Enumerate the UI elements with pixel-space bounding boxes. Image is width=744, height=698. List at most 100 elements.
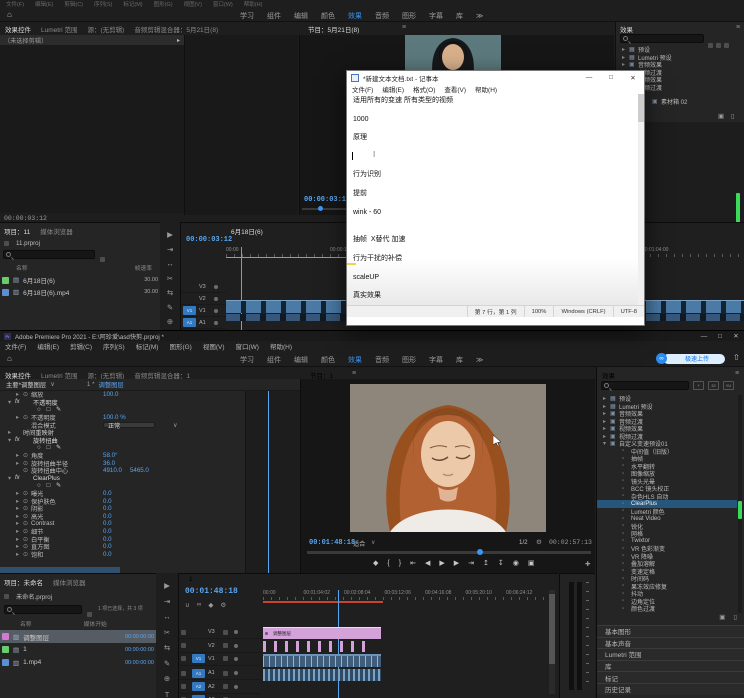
disclosure-icon[interactable]: ▸ <box>16 414 23 421</box>
disclosure-icon[interactable]: ▸ <box>16 536 23 543</box>
tool-icon[interactable]: ✎ <box>167 303 173 312</box>
filter-button-icon[interactable]: 32 <box>708 381 719 390</box>
tool-icon[interactable]: ⊕ <box>167 317 173 326</box>
disclosure-icon[interactable]: ▸ <box>16 460 23 467</box>
menu-item[interactable]: 标记(M) <box>123 0 142 8</box>
effects-tree-item[interactable]: ▫ 叠加溶解 <box>597 560 737 568</box>
effects-tree-item[interactable]: ▫ VR 降噪 <box>597 553 737 561</box>
track-lock-icon[interactable] <box>181 630 186 635</box>
menu-item[interactable]: 编辑(E) <box>37 341 59 351</box>
track-eye-icon[interactable] <box>214 285 218 289</box>
timeline-ruler[interactable]: 00:0000:01:04:0200:02:08:0400:03:12:0600… <box>263 590 547 596</box>
effects-tree-item-partial[interactable]: ▣ 素材箱 02 <box>646 98 687 106</box>
workspace-tab[interactable]: 音频 <box>375 355 389 365</box>
effects-tree-item[interactable]: ▫ 网格 <box>597 530 737 538</box>
master-clip-label[interactable]: 主要*调整图层 <box>6 380 46 389</box>
keyframe-stopwatch-icon[interactable]: ⊙ <box>23 551 31 558</box>
track-header[interactable]: V1 V1 <box>181 305 226 317</box>
track-header[interactable]: V3 <box>179 626 261 639</box>
sequence-tab[interactable]: 6月18日(6) <box>231 226 263 236</box>
new-bin-icon[interactable]: ▣ <box>718 112 724 120</box>
notepad-close-button[interactable]: ✕ <box>622 71 644 84</box>
workspace-tab[interactable]: 图形 <box>402 11 416 21</box>
twirl-icon[interactable]: ▸ <box>622 61 629 68</box>
v2-clip-fragments[interactable] <box>263 641 373 652</box>
menu-item[interactable]: 标记(M) <box>136 341 159 351</box>
tool-icon[interactable]: ⇥ <box>167 245 173 254</box>
zoom-level[interactable]: 100% <box>524 306 554 317</box>
home-icon[interactable]: ⌂ <box>7 354 12 363</box>
property-value[interactable]: 100.0 <box>103 391 118 398</box>
effects-tree-item[interactable]: ▸ ▣ 音频效果 <box>616 61 744 69</box>
property-value[interactable]: 0.0 <box>103 490 112 497</box>
notepad-menu-item[interactable]: 查看(V) <box>444 84 466 94</box>
menu-item[interactable]: 编辑(E) <box>35 0 53 8</box>
disclosure-icon[interactable]: ▸ <box>16 543 23 550</box>
timeline-tool-icon[interactable]: ∪ <box>185 601 190 609</box>
tool-icon[interactable]: ↔ <box>166 259 174 268</box>
disclosure-icon[interactable]: ▾ <box>8 437 15 444</box>
disclosure-icon[interactable]: ▸ <box>16 498 23 505</box>
panel-tab[interactable]: 项目：11 <box>4 226 30 236</box>
sync-lock-icon[interactable] <box>223 656 228 661</box>
property-value[interactable]: 0.0 <box>103 498 112 505</box>
workspace-tab[interactable]: 效果 <box>348 11 362 21</box>
effects-tree-item[interactable]: ▸ ▦ Lumetri 预设 <box>597 403 737 411</box>
property-value-2[interactable]: 5465.0 <box>130 467 149 474</box>
workspace-tab[interactable]: 组件 <box>267 355 281 365</box>
collapsed-panel-tab[interactable]: 历史记录 <box>597 683 744 695</box>
property-value[interactable]: 0.0 <box>103 528 112 535</box>
zoom-level-select[interactable]: 适合 <box>353 539 365 548</box>
menu-item[interactable]: 帮助(H) <box>270 341 292 351</box>
workspace-tab[interactable]: 库 <box>456 355 463 365</box>
workspace-tab[interactable]: 颜色 <box>321 11 335 21</box>
transport-icon[interactable]: ▶ <box>454 559 459 567</box>
notepad-title-bar[interactable]: *新建文本文档.txt - 记事本 — □ ✕ <box>347 71 644 84</box>
collapsed-panel-tab[interactable]: 库 <box>597 660 744 672</box>
window-title-bar[interactable]: Pr Adobe Premiere Pro 2021 - E:\阿珍爱\asd快… <box>0 331 744 341</box>
disclosure-icon[interactable]: ▸ <box>16 528 23 535</box>
property-value[interactable]: 0.0 <box>103 513 112 520</box>
track-eye-icon[interactable] <box>234 644 238 648</box>
effects-tree-item[interactable]: ▫ 果冻效应修复 <box>597 583 737 591</box>
filter-button-icon[interactable]: ⚡ <box>693 381 704 390</box>
notepad-minimize-button[interactable]: — <box>578 71 600 84</box>
keyframe-stopwatch-icon[interactable]: ⊙ <box>23 543 31 550</box>
sync-lock-icon[interactable] <box>223 630 228 635</box>
solo-icon[interactable] <box>234 685 238 689</box>
property-value[interactable]: 0.0 <box>103 551 112 558</box>
window-minimize-button[interactable]: — <box>696 330 712 343</box>
timeline-tool-icon[interactable]: ⚙ <box>220 601 226 609</box>
panel-tab[interactable]: 音频剪辑混合器：5月21日(8) <box>134 24 218 34</box>
project-row[interactable]: ▥ 1.mp4 00:00:00:00 <box>0 656 156 669</box>
track-lock-icon[interactable] <box>181 656 186 661</box>
effects-tree-item[interactable]: ▸ ▦ Lumetri 预设 <box>616 54 744 62</box>
delete-bin-icon[interactable]: ▯ <box>733 613 737 623</box>
transport-icon[interactable]: ▶ <box>439 559 444 567</box>
menu-item[interactable]: 文件(F) <box>6 0 24 8</box>
disclosure-icon[interactable]: ▸ <box>16 513 23 520</box>
transport-icon[interactable]: ⇤ <box>410 559 416 567</box>
monitor-settings-icon[interactable]: ⚙ <box>536 538 542 546</box>
tool-icon[interactable]: ✂ <box>167 274 173 283</box>
timeline-timecode[interactable]: 00:00:03:12 <box>186 236 232 244</box>
upload-logo-icon[interactable]: ∞ <box>656 353 667 364</box>
panel-tab[interactable]: 媒体浏览器 <box>53 577 86 587</box>
effects-tree-item[interactable]: ▫ 抽帧 <box>597 455 737 463</box>
disclosure-icon[interactable]: ▸ <box>177 37 180 44</box>
a1-audio-clip[interactable] <box>263 669 381 681</box>
effects-tree-item[interactable]: ▸ ▣ 视频效果 <box>597 425 737 433</box>
effect-controls-mini-timeline[interactable] <box>246 391 300 573</box>
effects-tree-item[interactable]: ▫ 杂色HLS 自动 <box>597 493 737 501</box>
timeline-tool-icon[interactable]: ◆ <box>208 601 213 609</box>
label-color-chip[interactable] <box>2 659 9 666</box>
project-row[interactable]: ▥ 6月18日(6).mp4 30.00 <box>0 286 160 298</box>
workspace-tab[interactable]: 字幕 <box>429 355 443 365</box>
menu-item[interactable]: 文件(F) <box>5 341 26 351</box>
effects-panel-menu-icon[interactable]: ≡ <box>735 370 739 377</box>
project-search-input[interactable] <box>4 605 82 614</box>
dropdown-chevron-icon[interactable]: ∨ <box>173 422 178 429</box>
property-value[interactable]: 0.0 <box>103 536 112 543</box>
column-header-rate[interactable]: 帧速率 <box>135 263 152 272</box>
menu-item[interactable]: 窗口(W) <box>213 0 233 8</box>
